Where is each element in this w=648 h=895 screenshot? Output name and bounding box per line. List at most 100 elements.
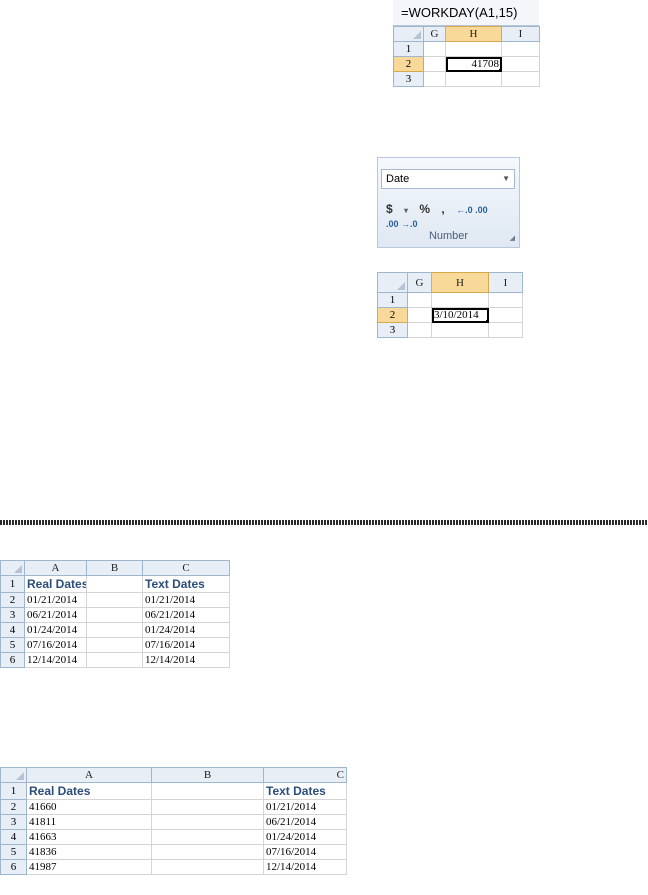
column-header-a[interactable]: A	[26, 767, 152, 783]
cell[interactable]	[151, 799, 264, 815]
cell[interactable]	[407, 322, 432, 338]
column-header-c[interactable]: C	[263, 767, 347, 783]
table-cell[interactable]: 06/21/2014	[263, 814, 347, 830]
column-header-g[interactable]: G	[423, 26, 446, 42]
row-header-5[interactable]: 5	[0, 637, 25, 653]
table-cell[interactable]: 07/16/2014	[263, 844, 347, 860]
table-cell[interactable]: 01/24/2014	[142, 622, 230, 638]
cell[interactable]	[151, 814, 264, 830]
cell[interactable]	[488, 322, 523, 338]
column-header-a[interactable]: A	[24, 560, 87, 576]
cell[interactable]	[445, 41, 502, 57]
table-cell[interactable]: 41811	[26, 814, 152, 830]
row-header-5[interactable]: 5	[0, 844, 27, 860]
dialog-launcher-icon[interactable]: ◢	[510, 234, 515, 242]
cell[interactable]	[407, 292, 432, 308]
column-header-i[interactable]: I	[501, 26, 540, 42]
row-header-1[interactable]: 1	[0, 782, 27, 800]
row-header-3[interactable]: 3	[377, 322, 408, 338]
cell[interactable]	[488, 292, 523, 308]
cell[interactable]	[86, 592, 143, 608]
cell[interactable]	[423, 41, 446, 57]
cell[interactable]	[86, 652, 143, 668]
table-cell[interactable]: 01/21/2014	[142, 592, 230, 608]
table-cell[interactable]: 41663	[26, 829, 152, 845]
cell[interactable]	[151, 829, 264, 845]
cell[interactable]	[488, 307, 523, 323]
row-header-1[interactable]: 1	[377, 292, 408, 308]
cell[interactable]	[407, 307, 432, 323]
row-header-6[interactable]: 6	[0, 859, 27, 875]
cell[interactable]	[86, 637, 143, 653]
column-header-c[interactable]: C	[142, 560, 230, 576]
table-cell[interactable]: 07/16/2014	[24, 637, 87, 653]
column-header-b[interactable]: B	[151, 767, 264, 783]
row-header-4[interactable]: 4	[0, 622, 25, 638]
table-cell[interactable]: 12/14/2014	[263, 859, 347, 875]
column-header-h[interactable]: H	[445, 26, 502, 42]
table-cell[interactable]: 07/16/2014	[142, 637, 230, 653]
cell[interactable]	[445, 71, 502, 87]
table-cell[interactable]: 12/14/2014	[24, 652, 87, 668]
formula-bar[interactable]: =WORKDAY(A1,15)	[393, 0, 539, 26]
row-header-2[interactable]: 2	[393, 56, 424, 72]
decrease-decimal-button[interactable]: .00 →.0	[386, 219, 418, 229]
spreadsheet-grid-1: G H I 1 2 41708 3	[393, 26, 540, 87]
select-all-corner[interactable]	[377, 272, 408, 293]
cell[interactable]	[86, 575, 143, 593]
table-cell[interactable]: 01/21/2014	[24, 592, 87, 608]
cell[interactable]	[431, 292, 489, 308]
chevron-down-icon[interactable]: ▼	[502, 170, 510, 188]
cell[interactable]	[86, 607, 143, 623]
table-cell[interactable]: 41987	[26, 859, 152, 875]
increase-decimal-button[interactable]: ←.0 .00	[456, 205, 488, 215]
column-header-h[interactable]: H	[431, 272, 489, 293]
select-all-corner[interactable]	[0, 767, 27, 783]
row-header-4[interactable]: 4	[0, 829, 27, 845]
cell[interactable]	[423, 56, 446, 72]
table-cell[interactable]: 12/14/2014	[142, 652, 230, 668]
column-header-i[interactable]: I	[488, 272, 523, 293]
comma-style-button[interactable]: ,	[441, 202, 444, 216]
row-header-6[interactable]: 6	[0, 652, 25, 668]
cell[interactable]	[151, 782, 264, 800]
active-cell-h2[interactable]: 3/10/2014	[431, 307, 489, 323]
cell[interactable]	[501, 41, 540, 57]
column-header-g[interactable]: G	[407, 272, 432, 293]
table-cell[interactable]: 06/21/2014	[24, 607, 87, 623]
row-header-1[interactable]: 1	[393, 41, 424, 57]
header-cell-real-dates[interactable]: Real Dates	[26, 782, 152, 800]
cell[interactable]	[423, 71, 446, 87]
table-cell[interactable]: 01/24/2014	[24, 622, 87, 638]
select-all-corner[interactable]	[393, 26, 424, 42]
cell[interactable]	[86, 622, 143, 638]
cell[interactable]	[151, 844, 264, 860]
header-cell-real-dates[interactable]: Real Dates	[24, 575, 87, 593]
currency-button[interactable]: $	[386, 202, 393, 216]
row-header-2[interactable]: 2	[0, 592, 25, 608]
row-header-1[interactable]: 1	[0, 575, 25, 593]
table-cell[interactable]: 01/21/2014	[263, 799, 347, 815]
cell[interactable]	[501, 56, 540, 72]
header-cell-text-dates[interactable]: Text Dates	[263, 782, 347, 800]
table-cell[interactable]: 41660	[26, 799, 152, 815]
cell[interactable]	[431, 322, 489, 338]
percent-button[interactable]: %	[419, 202, 430, 216]
column-header-b[interactable]: B	[86, 560, 143, 576]
cell[interactable]	[151, 859, 264, 875]
header-cell-text-dates[interactable]: Text Dates	[142, 575, 230, 593]
currency-dropdown-icon[interactable]: ▾	[404, 206, 408, 215]
row-header-3[interactable]: 3	[0, 814, 27, 830]
number-format-dropdown[interactable]: Date ▼	[381, 169, 515, 189]
spreadsheet-table-1: A B C 1 Real Dates Text Dates 2 01/21/20…	[0, 560, 230, 668]
table-cell[interactable]: 06/21/2014	[142, 607, 230, 623]
active-cell-h2[interactable]: 41708	[445, 56, 502, 72]
row-header-3[interactable]: 3	[0, 607, 25, 623]
row-header-3[interactable]: 3	[393, 71, 424, 87]
table-cell[interactable]: 41836	[26, 844, 152, 860]
cell[interactable]	[501, 71, 540, 87]
table-cell[interactable]: 01/24/2014	[263, 829, 347, 845]
select-all-corner[interactable]	[0, 560, 25, 576]
row-header-2[interactable]: 2	[0, 799, 27, 815]
row-header-2[interactable]: 2	[377, 307, 408, 323]
